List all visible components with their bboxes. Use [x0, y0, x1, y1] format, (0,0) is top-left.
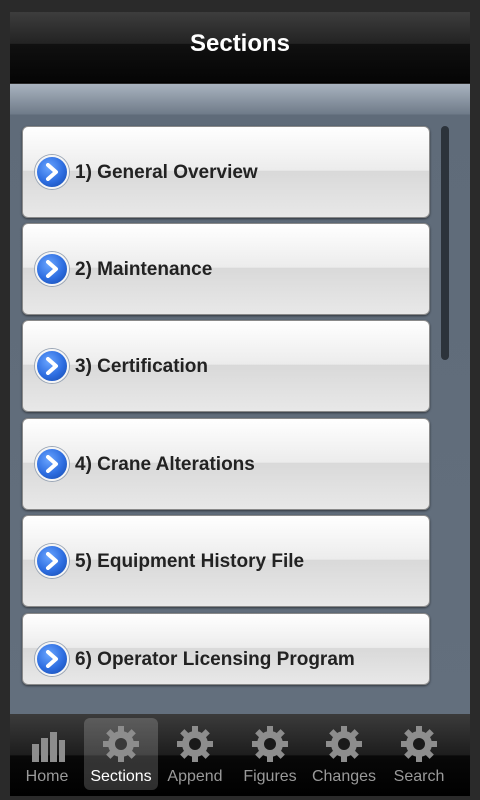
tab-append[interactable]: Append	[158, 718, 232, 790]
tab-changes[interactable]: Changes	[307, 718, 381, 790]
gear-icon	[326, 726, 362, 762]
tab-figures[interactable]: Figures	[233, 718, 307, 790]
bar-chart-icon	[32, 732, 65, 762]
section-item-operator-licensing-program[interactable]: 6) Operator Licensing Program	[22, 613, 430, 685]
chevron-right-icon	[35, 252, 69, 286]
gear-icon	[401, 726, 437, 762]
tab-label: Figures	[243, 768, 297, 785]
section-label: 3) Certification	[75, 356, 209, 377]
tab-sections[interactable]: Sections	[84, 718, 158, 790]
chevron-right-icon	[35, 349, 69, 383]
tab-label: Home	[25, 768, 69, 785]
gear-icon	[252, 726, 288, 762]
gear-icon	[103, 726, 139, 762]
title-bar: Sections	[10, 12, 470, 83]
section-label: 2) Maintenance	[75, 259, 213, 280]
tab-label: Changes	[311, 768, 377, 785]
section-label: 4) Crane Alterations	[75, 454, 255, 475]
chevron-right-icon	[35, 642, 69, 676]
device-frame-bottom	[0, 796, 480, 800]
tab-bar: Home Sections Append Figures Changes Sea…	[10, 714, 470, 796]
page-title: Sections	[189, 30, 291, 57]
gear-icon	[177, 726, 213, 762]
section-item-equipment-history-file[interactable]: 5) Equipment History File	[22, 515, 430, 607]
section-item-general-overview[interactable]: 1) General Overview	[22, 126, 430, 218]
chevron-right-icon	[35, 155, 69, 189]
tab-label: Sections	[90, 768, 152, 785]
section-label: 5) Equipment History File	[75, 551, 305, 572]
section-item-maintenance[interactable]: 2) Maintenance	[22, 223, 430, 315]
scrollbar[interactable]	[441, 126, 449, 360]
chevron-right-icon	[35, 447, 69, 481]
section-label: 1) General Overview	[75, 162, 258, 183]
device-frame-top	[0, 0, 480, 12]
tab-search[interactable]: Search	[382, 718, 456, 790]
tab-label: Append	[167, 768, 223, 785]
tab-home[interactable]: Home	[10, 718, 84, 790]
chevron-right-icon	[35, 544, 69, 578]
section-item-crane-alterations[interactable]: 4) Crane Alterations	[22, 418, 430, 510]
tab-label: Search	[393, 768, 445, 785]
section-label: 6) Operator Licensing Program	[75, 649, 355, 670]
section-item-certification[interactable]: 3) Certification	[22, 320, 430, 412]
